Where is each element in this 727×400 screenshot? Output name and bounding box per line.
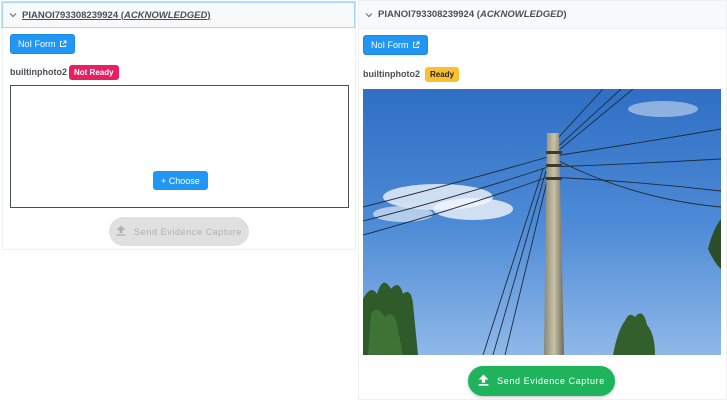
- send-evidence-button[interactable]: Send Evidence Capture: [109, 217, 249, 246]
- photo-dropzone[interactable]: + Choose: [10, 85, 349, 208]
- photo-label: builtinphoto2: [10, 67, 67, 77]
- panel-title: PIANOI793308239924 (ACKNOWLEDGED): [378, 9, 567, 20]
- upload-icon: [478, 374, 489, 388]
- evidence-photo: [363, 89, 721, 355]
- evidence-panel-right: PIANOI793308239924 (ACKNOWLEDGED) NoI Fo…: [358, 0, 727, 400]
- evidence-panel-left: PIANOI793308239924 (ACKNOWLEDGED) NoI Fo…: [0, 0, 356, 250]
- form-button-label: NoI Form: [371, 40, 409, 50]
- send-evidence-button[interactable]: Send Evidence Capture: [468, 366, 615, 396]
- status-badge: Not Ready: [69, 65, 119, 80]
- panel-body: NoI Form builtinphoto2 Ready Send Eviden…: [358, 29, 727, 400]
- noi-form-button[interactable]: NoI Form: [10, 34, 75, 54]
- form-button-label: NoI Form: [18, 39, 56, 49]
- send-button-label: Send Evidence Capture: [497, 376, 605, 386]
- external-link-icon: [412, 41, 420, 49]
- panel-title: PIANOI793308239924 (ACKNOWLEDGED): [22, 9, 211, 21]
- external-link-icon: [59, 40, 67, 48]
- chevron-down-icon: [9, 11, 18, 19]
- noi-form-button[interactable]: NoI Form: [363, 35, 428, 55]
- choose-button-label: + Choose: [161, 175, 200, 186]
- panel-header[interactable]: PIANOI793308239924 (ACKNOWLEDGED): [358, 0, 727, 29]
- send-button-label: Send Evidence Capture: [134, 226, 242, 237]
- status-badge: Ready: [425, 67, 460, 82]
- panel-header[interactable]: PIANOI793308239924 (ACKNOWLEDGED): [2, 2, 355, 28]
- chevron-down-icon: [365, 11, 374, 19]
- photo-label: builtinphoto2: [363, 69, 420, 79]
- upload-icon: [116, 225, 126, 238]
- choose-button[interactable]: + Choose: [153, 171, 208, 190]
- panel-body: NoI Form builtinphoto2 Not Ready + Choos…: [2, 28, 356, 250]
